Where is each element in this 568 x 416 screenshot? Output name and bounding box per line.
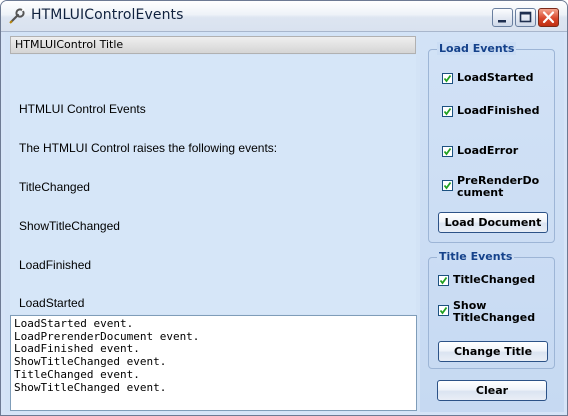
titlechanged-checkbox[interactable]: TitleChanged [438,274,535,286]
load-events-label: Load Events [437,42,517,55]
title-events-label: Title Events [437,250,515,263]
checkbox-label: TitleChanged [453,273,536,286]
title-events-group: Title Events TitleChanged Show TitleChan… [428,250,555,369]
checkbox-check-icon [442,146,453,157]
change-title-button[interactable]: Change Title [438,341,548,362]
content-heading: HTMLUI Control Events [19,102,146,116]
window-title: HTMLUIControlEvents [31,7,184,23]
checkbox-check-icon [438,305,449,316]
checkbox-check-icon [442,106,453,117]
checkbox-check-icon [442,73,453,84]
maximize-button[interactable] [515,8,536,27]
log-entry: ShowTitleChanged event. [14,355,167,369]
side-panel: Load Events LoadStarted LoadFinished Loa… [420,32,564,412]
app-window: HTMLUIControlEvents HTMLUIControl Title … [0,0,568,416]
checkbox-label: PreRenderDo cument [457,175,539,199]
wrench-icon [8,7,26,25]
content-intro: The HTMLUI Control raises the following … [19,141,278,155]
checkbox-label-line: TitleChanged [453,311,536,324]
loaderror-checkbox[interactable]: LoadError [442,145,518,157]
clear-button[interactable]: Clear [437,380,547,401]
minimize-button[interactable] [492,8,513,27]
checkbox-label: LoadStarted [457,71,534,84]
checkbox-check-icon [438,275,449,286]
showtitlechanged-checkbox[interactable]: Show TitleChanged [438,300,535,324]
content-event-item: ShowTitleChanged [19,219,120,233]
event-log-textbox[interactable]: LoadStarted event. LoadPrerenderDocument… [10,315,417,411]
checkbox-label: LoadError [457,144,519,157]
checkbox-label: Show TitleChanged [453,300,535,324]
log-entry: LoadStarted event. [14,317,134,330]
log-entry: TitleChanged event. [14,367,140,381]
client-area: HTMLUIControl Title HTMLUI Control Event… [5,32,564,412]
title-bar[interactable]: HTMLUIControlEvents [1,1,567,32]
content-event-item: TitleChanged [19,180,90,194]
html-control-title: HTMLUIControl Title [10,36,416,54]
checkbox-label: LoadFinished [457,104,540,117]
load-document-button[interactable]: Load Document [438,212,548,233]
prerenderdocument-checkbox[interactable]: PreRenderDo cument [442,175,539,199]
load-events-group: Load Events LoadStarted LoadFinished Loa… [428,42,555,243]
content-event-item: LoadStarted [19,296,85,310]
loadstarted-checkbox[interactable]: LoadStarted [442,72,533,84]
html-control-content[interactable]: HTMLUI Control Events The HTMLUI Control… [10,55,416,314]
content-event-item: LoadFinished [19,258,92,272]
loadfinished-checkbox[interactable]: LoadFinished [442,105,539,117]
close-button[interactable] [538,8,559,27]
log-entry: ShowTitleChanged event. [14,380,167,394]
checkbox-check-icon [442,180,453,191]
checkbox-label-line: cument [457,186,504,199]
